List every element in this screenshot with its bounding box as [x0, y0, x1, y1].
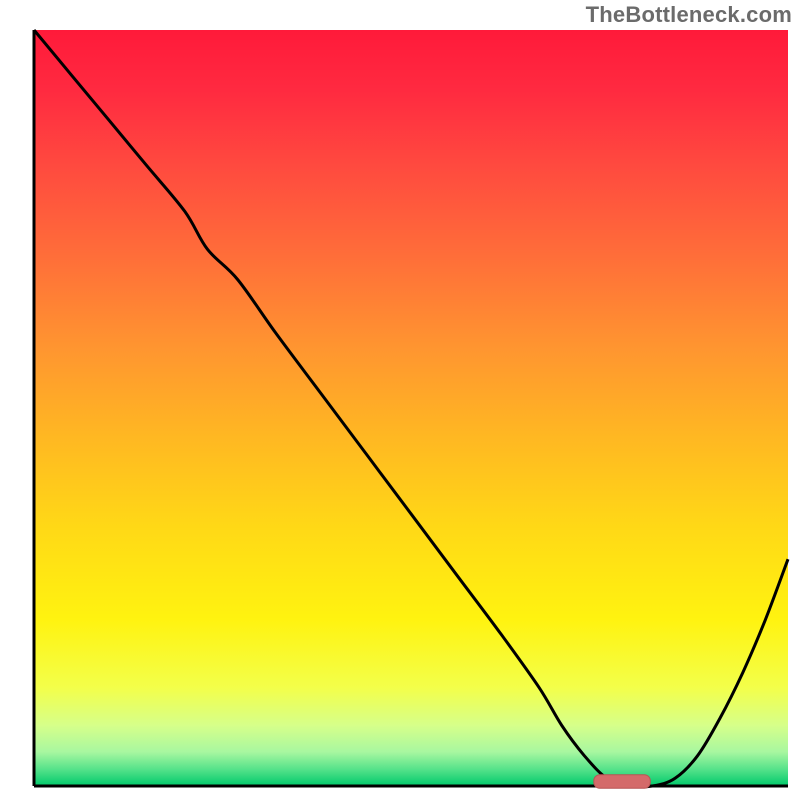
optimal-marker — [594, 775, 651, 789]
bottleneck-chart — [0, 0, 800, 800]
gradient-background — [34, 30, 788, 786]
